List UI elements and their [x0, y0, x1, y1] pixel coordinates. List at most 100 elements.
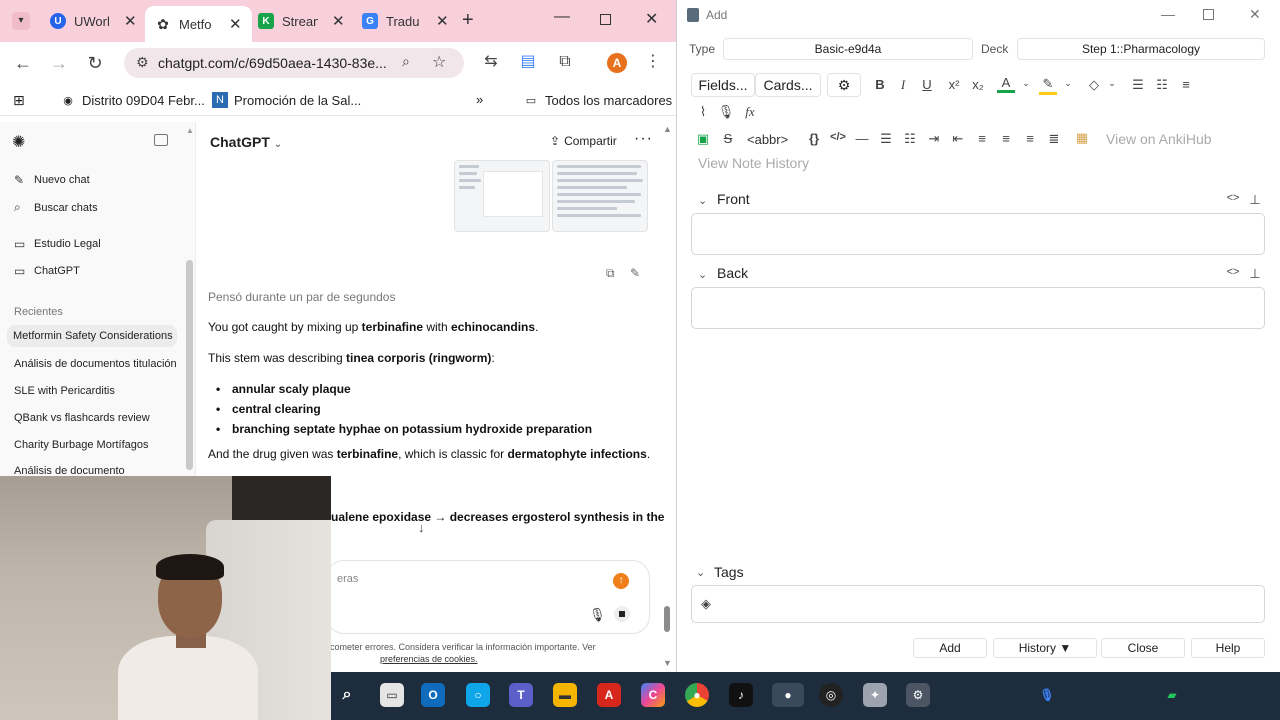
html-editor-toggle-icon[interactable]: <>	[1224, 266, 1242, 278]
cards-button[interactable]: Cards...	[755, 73, 821, 97]
site-info-icon[interactable]: ⚙	[136, 54, 149, 71]
record-audio-icon[interactable]: 🎙	[717, 104, 735, 120]
scroll-down-arrow-icon[interactable]: ▼	[663, 658, 672, 668]
new-tab-icon[interactable]: +	[462, 9, 474, 32]
bullet-list-icon[interactable]: ☰	[877, 131, 895, 147]
voice-stop-icon[interactable]	[614, 606, 630, 622]
sidebar-scroll-up-arrow-icon[interactable]: ▲	[186, 126, 194, 135]
scroll-up-arrow-icon[interactable]: ▲	[663, 124, 672, 134]
extensions-puzzle-icon[interactable]: ⧉	[555, 52, 575, 72]
collapse-back-icon[interactable]: ⌄	[698, 268, 707, 281]
options-gear-icon[interactable]: ⚙	[827, 73, 861, 97]
subscript-icon[interactable]: x₂	[969, 77, 987, 92]
tab-close-icon[interactable]: ✕	[229, 15, 242, 33]
sidebar-scrollbar[interactable]	[186, 260, 193, 470]
fields-button[interactable]: Fields...	[691, 73, 755, 97]
superscript-icon[interactable]: x²	[945, 77, 963, 92]
tab-close-icon[interactable]: ✕	[124, 12, 137, 30]
edit-icon[interactable]: ✎	[630, 266, 640, 280]
tiktok-icon[interactable]: ♪	[729, 683, 753, 707]
tray-app-icon[interactable]: ▰	[1160, 683, 1184, 707]
file-icon[interactable]: ▭	[380, 683, 404, 707]
send-icon[interactable]: ↑	[613, 573, 629, 589]
bookmark-star-icon[interactable]: ☆	[432, 52, 446, 72]
horizontal-rule-icon[interactable]: —	[853, 131, 871, 146]
recent-chat-item[interactable]: QBank vs flashcards review	[14, 412, 150, 424]
reload-icon[interactable]: ↻	[84, 52, 106, 74]
docs-extension-icon[interactable]: ▤	[518, 52, 538, 72]
back-field-input[interactable]	[691, 287, 1265, 329]
tab-search-icon[interactable]: ▾	[12, 12, 30, 30]
tab-close-icon[interactable]: ✕	[436, 12, 449, 30]
zoom-icon[interactable]: ⌕	[402, 53, 410, 70]
microphone-tray-icon[interactable]: 🎙	[1035, 683, 1059, 707]
close-window-icon[interactable]: ✕	[1249, 6, 1261, 23]
model-selector[interactable]: ChatGPT ⌄	[210, 134, 282, 150]
recent-chat-item[interactable]: Análisis de documentos titulación	[14, 358, 177, 370]
new-chat-button[interactable]: ✎ Nuevo chat	[14, 173, 90, 187]
obs-icon[interactable]: ◎	[819, 683, 843, 707]
cookie-preferences-link[interactable]: preferencias de cookies.	[380, 654, 478, 664]
openai-logo-icon[interactable]: ✺	[12, 132, 25, 152]
address-bar[interactable]: ⚙ chatgpt.com/c/69d50aea-1430-83e... ⌕ ☆	[124, 48, 464, 78]
indent-icon[interactable]: ⇥	[925, 131, 943, 147]
align-icon[interactable]: ≡	[1177, 77, 1195, 92]
abbr-button[interactable]: <abbr>	[747, 132, 788, 147]
numbered-list-icon[interactable]: ☷	[1153, 77, 1171, 93]
share-button[interactable]: ⇪ Compartir	[550, 134, 617, 148]
back-icon[interactable]: ←	[12, 52, 34, 74]
teams-icon[interactable]: T	[509, 683, 533, 707]
text-color-dropdown-icon[interactable]: ⌄	[1017, 78, 1035, 89]
html-editor-toggle-icon[interactable]: <>	[1224, 192, 1242, 204]
tab-stream[interactable]: K Strean ✕	[258, 6, 345, 36]
collapse-front-icon[interactable]: ⌄	[698, 194, 707, 207]
tab-translate[interactable]: G Tradu ✕	[362, 6, 449, 36]
search-chats-button[interactable]: ⌕ Buscar chats	[14, 200, 98, 215]
minimize-icon[interactable]: —	[554, 8, 570, 26]
minimize-icon[interactable]: —	[1161, 6, 1175, 22]
search-icon[interactable]: ⌕	[335, 683, 359, 707]
add-button[interactable]: Add	[913, 638, 987, 658]
more-options-icon[interactable]: ···	[634, 130, 653, 148]
copy-icon[interactable]: ⧉	[606, 266, 615, 281]
highlight-dropdown-icon[interactable]: ⌄	[1059, 78, 1077, 89]
tab-uworld[interactable]: U UWorl ✕	[50, 6, 137, 36]
braces-icon[interactable]: {}	[805, 131, 823, 146]
message-composer[interactable]: eras ↑ 🎙	[326, 560, 650, 634]
attached-image-thumbnail[interactable]	[454, 160, 550, 232]
attached-image-thumbnail[interactable]	[552, 160, 648, 232]
pin-icon[interactable]: ⊥	[1246, 266, 1264, 282]
bookmark-distrito[interactable]: ◉ Distrito 09D04 Febr...	[60, 92, 205, 108]
front-field-input[interactable]	[691, 213, 1265, 255]
bold-icon[interactable]: B	[871, 77, 889, 92]
maximize-icon[interactable]	[1203, 9, 1214, 20]
deck-selector[interactable]: Step 1::Pharmacology	[1017, 38, 1265, 60]
text-color-icon[interactable]: A	[997, 75, 1015, 93]
recent-chat-item[interactable]: Charity Burbage Mortífagos	[14, 439, 149, 451]
bullet-list-icon[interactable]: ☰	[1129, 77, 1147, 93]
outdent-icon[interactable]: ⇤	[949, 131, 967, 147]
chrome-icon[interactable]: ●	[685, 683, 709, 707]
align-left-icon[interactable]: ≡	[997, 131, 1015, 146]
tags-input[interactable]	[691, 585, 1265, 623]
recent-chat-item[interactable]: Metformin Safety Considerations	[7, 325, 177, 347]
sidebar-toggle-icon[interactable]	[154, 134, 168, 146]
numbered-list-icon[interactable]: ☷	[901, 131, 919, 147]
underline-icon[interactable]: U	[918, 77, 936, 92]
align-center-icon[interactable]: ≡	[973, 131, 991, 146]
extension-a-icon[interactable]: ⇆	[481, 52, 501, 72]
microphone-icon[interactable]: 🎙	[589, 607, 606, 623]
history-button[interactable]: History ▼	[993, 638, 1097, 658]
thinking-status[interactable]: Pensó durante un par de segundos	[208, 290, 395, 304]
anki-icon[interactable]: ✦	[863, 683, 887, 707]
maximize-icon[interactable]	[600, 14, 611, 25]
chrome-profile-icon[interactable]: ●	[772, 683, 804, 707]
copilot-icon[interactable]: C	[641, 683, 665, 707]
bookmark-all[interactable]: ▭ Todos los marcadores	[523, 92, 672, 108]
strikethrough-icon[interactable]: S	[719, 131, 737, 146]
apps-grid-icon[interactable]: ⊞	[13, 92, 25, 109]
tab-close-icon[interactable]: ✕	[332, 12, 345, 30]
pin-icon[interactable]: ⊥	[1246, 192, 1264, 208]
more-bookmarks-icon[interactable]: »	[476, 92, 483, 107]
file-explorer-icon[interactable]: ▬	[553, 683, 577, 707]
